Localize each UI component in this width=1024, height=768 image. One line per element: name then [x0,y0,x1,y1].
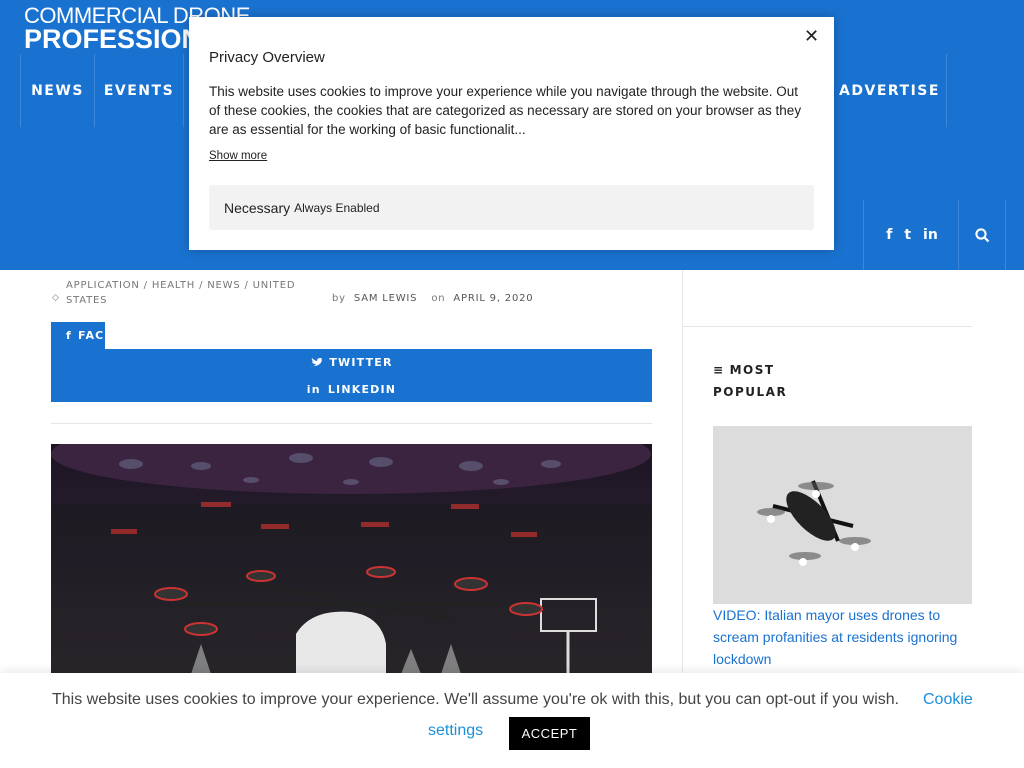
heading-line1: MOST [729,363,775,377]
linkedin-icon[interactable]: in [923,227,938,243]
category-link[interactable]: HEALTH [152,280,195,291]
article-featured-image [51,444,652,674]
popular-post-image[interactable] [713,426,972,604]
category-link[interactable]: APPLICATION [66,280,140,291]
by-label: by [332,293,346,304]
heading-line2: POPULAR [713,385,788,399]
share-twitter-button[interactable]: TWITTER [51,349,652,376]
nav-news[interactable]: NEWS [20,54,95,127]
search-icon [974,227,989,242]
cookie-settings-link[interactable]: settings [428,722,483,740]
modal-body-text: This website uses cookies to improve you… [209,84,802,137]
facebook-icon[interactable]: f [886,227,892,243]
share-linkedin-label: LINKEDIN [327,382,397,396]
facebook-icon: f [66,329,72,342]
category-link[interactable]: NEWS [207,280,240,291]
search-button[interactable] [958,200,1006,270]
necessary-label: Necessary [224,199,291,216]
necessary-cookies-toggle[interactable]: Necessary Always Enabled [209,185,814,230]
popular-post-title[interactable]: VIDEO: Italian mayor uses drones to scre… [713,604,975,670]
cookie-bar-text: This website uses cookies to improve you… [52,691,900,708]
privacy-overview-modal: ✕ Privacy Overview This website uses coo… [189,17,834,250]
share-facebook-button[interactable]: f FACEBOOK [51,322,152,349]
sidebar-divider [682,270,683,673]
twitter-icon[interactable]: t [904,227,911,243]
menu-icon: ≡ [713,363,725,377]
linkedin-icon: in [306,382,321,396]
close-icon[interactable]: ✕ [804,26,819,48]
cookie-settings-link[interactable]: Cookie [923,691,973,709]
modal-title: Privacy Overview [209,49,325,66]
social-links: f t in [863,200,960,270]
show-more-link[interactable]: Show more [209,150,267,162]
cookie-consent-bar: This website uses cookies to improve you… [0,673,1024,768]
nav-events[interactable]: EVENTS [94,54,184,127]
tag-icon: ◇ [52,293,60,303]
share-facebook-label: FACEBOOK [78,329,154,342]
accept-button[interactable]: ACCEPT [509,717,590,750]
necessary-status: Always Enabled [294,200,380,215]
twitter-icon [310,357,323,366]
article-categories: ◇ APPLICATION / HEALTH / NEWS / UNITED S… [52,280,296,306]
nav-advertise[interactable]: ADVERTISE [833,54,947,127]
on-label: on [431,293,446,304]
divider [51,423,652,424]
article-byline: by SAM LEWIS on APRIL 9, 2020 [332,293,533,304]
divider [683,326,972,327]
post-date: APRIL 9, 2020 [453,293,534,304]
author-link[interactable]: SAM LEWIS [354,293,417,304]
share-twitter-label: TWITTER [329,356,393,369]
most-popular-heading: ≡ MOST POPULAR [713,359,787,403]
share-linkedin-button[interactable]: in LINKEDIN [51,376,652,402]
